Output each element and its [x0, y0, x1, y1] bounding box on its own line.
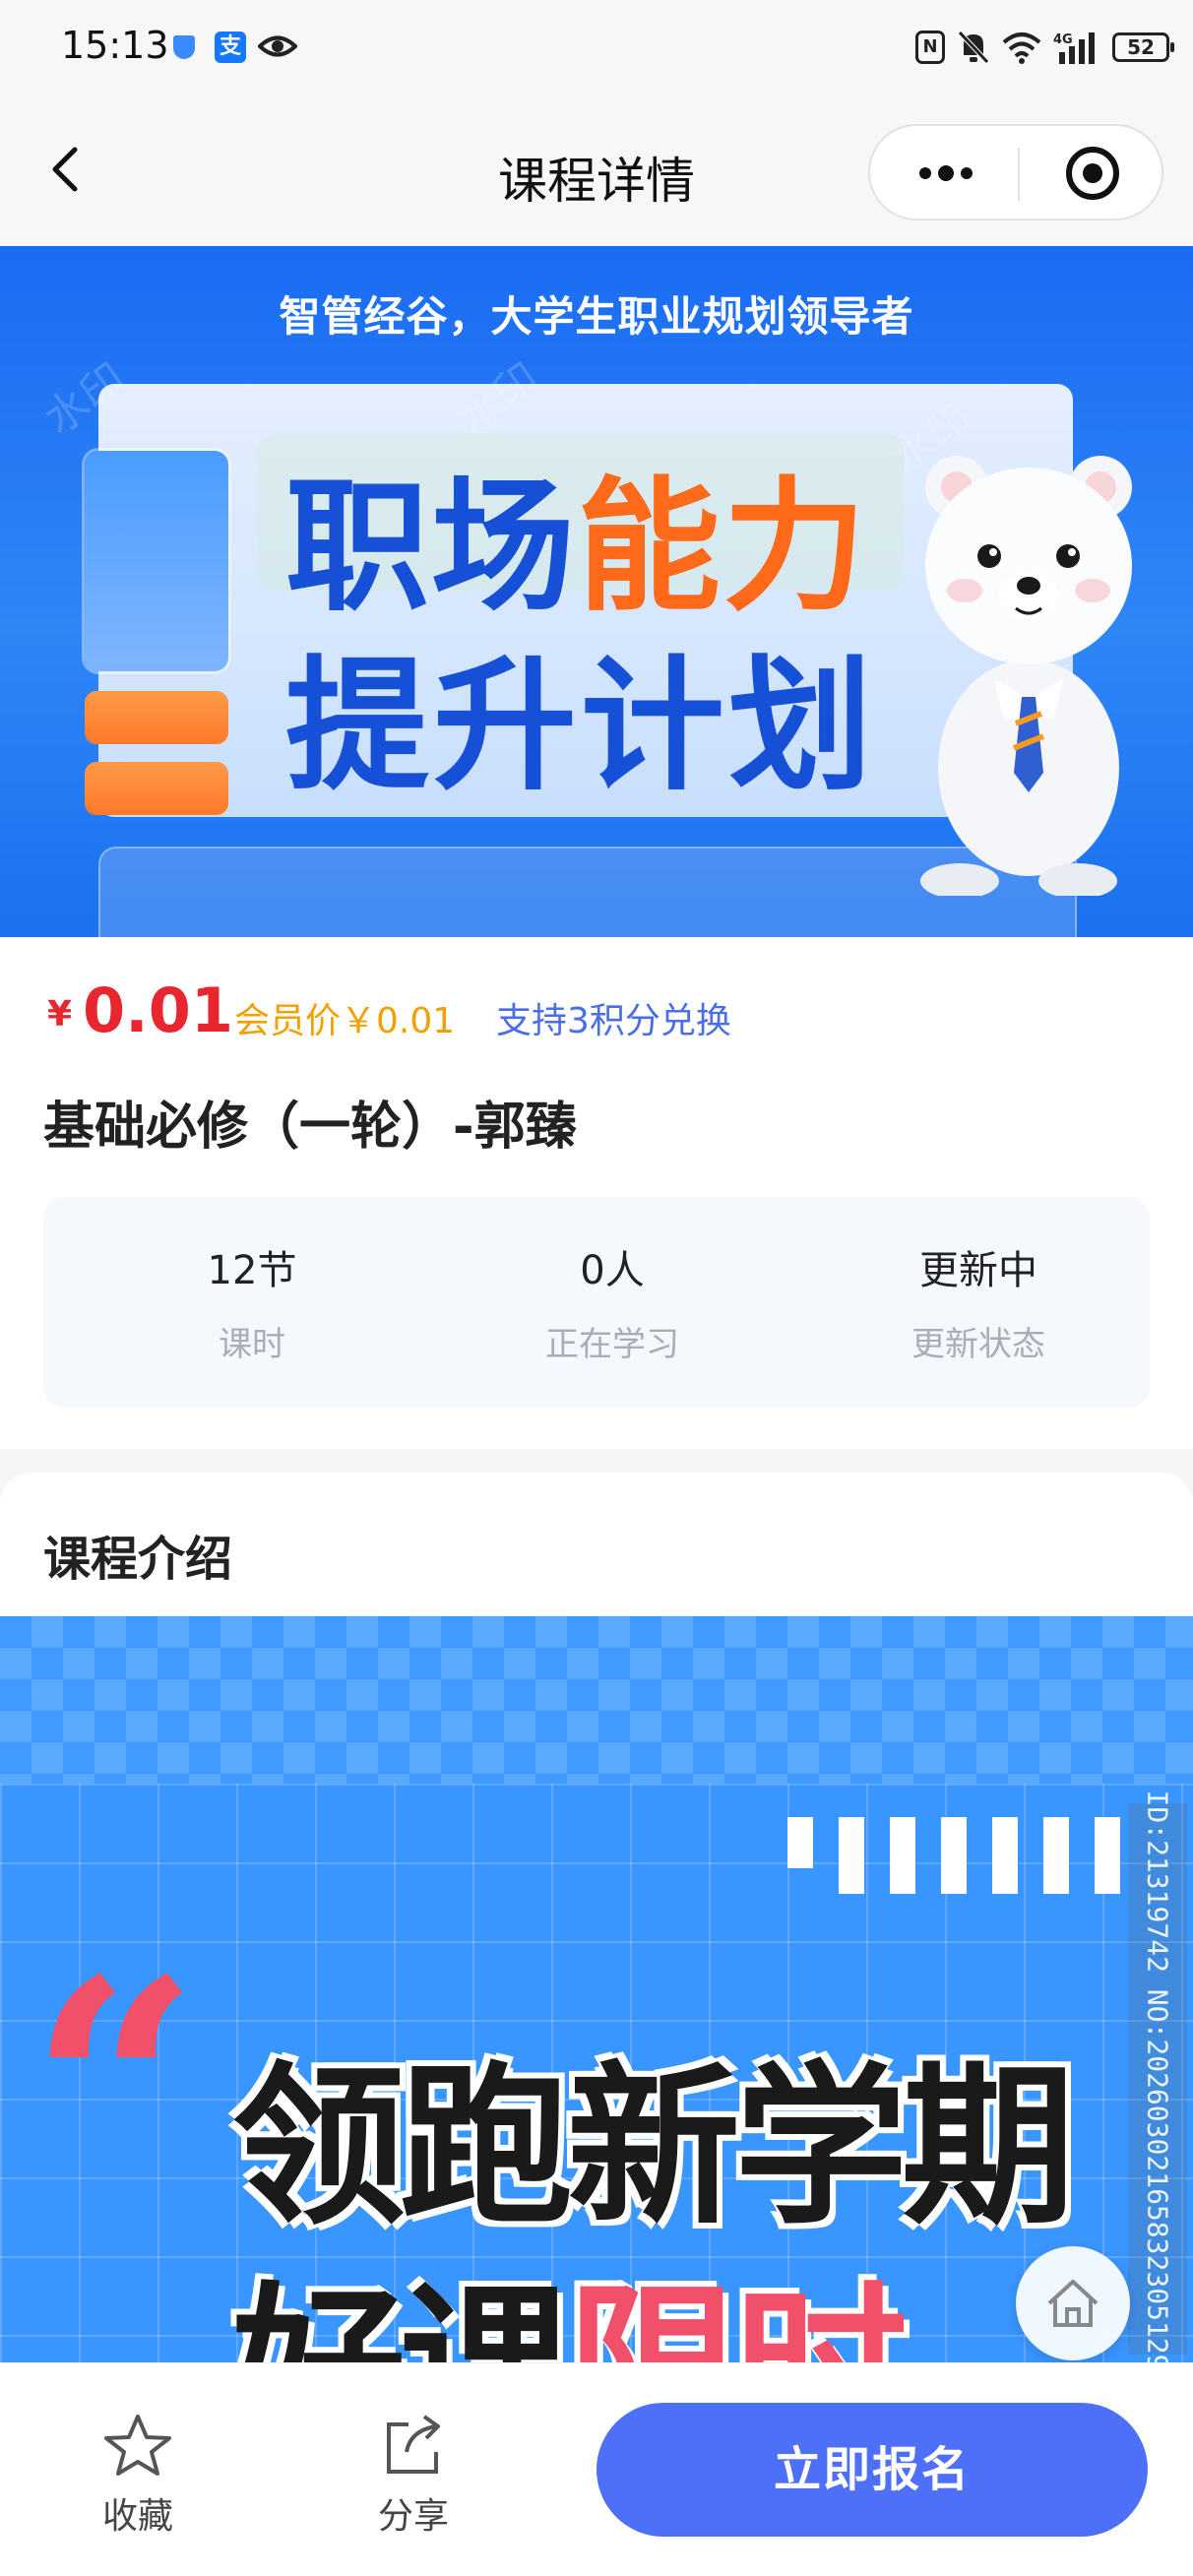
- stat-learners: 0人 正在学习: [465, 1238, 760, 1365]
- wifi-icon: [1002, 32, 1041, 64]
- poster-side-id-strip: ID:21319742 NO:20260302165832305129: [1128, 1791, 1187, 2371]
- network-type-label: 4G: [1053, 32, 1073, 47]
- home-button[interactable]: [1016, 2246, 1130, 2360]
- points-exchange-link[interactable]: 支持3积分兑换: [496, 992, 731, 1043]
- shield-icon: [173, 35, 195, 59]
- bottom-action-bar: 收藏 分享 立即报名: [0, 2362, 1193, 2576]
- banner-tagline: 智管经谷，大学生职业规划领导者: [279, 292, 914, 341]
- stat-lessons: 12节 课时: [104, 1238, 400, 1365]
- course-name: 基础必修（一轮）-郭臻: [43, 1098, 577, 1157]
- headline-part: 职场: [285, 464, 577, 631]
- status-bar: 15:13 支 N 4G 52: [0, 0, 1193, 98]
- battery-icon: 52: [1112, 32, 1174, 62]
- home-icon: [1047, 2280, 1099, 2327]
- stat-value: 0人: [580, 1248, 645, 1293]
- status-icons: N 4G 52: [915, 28, 1174, 67]
- signup-button[interactable]: 立即报名: [596, 2403, 1148, 2537]
- stat-label: 正在学习: [545, 1325, 679, 1364]
- miniprogram-capsule: [868, 124, 1163, 220]
- stat-value: 更新中: [919, 1248, 1037, 1293]
- eye-icon: [258, 35, 297, 57]
- poster-quote-mark: “: [30, 1915, 200, 2262]
- poster-id-text: ID:21319742 NO:20260302165832305129: [1141, 1790, 1174, 2371]
- share-icon: [387, 2415, 440, 2474]
- price-currency: ¥: [47, 994, 73, 1035]
- bear-mascot-illustration: [920, 456, 1132, 896]
- poster-checker-decor: [787, 1817, 1128, 1868]
- status-time: 15:13: [61, 24, 169, 67]
- nfc-icon: N: [915, 31, 945, 64]
- course-stats: 12节 课时 0人 正在学习 更新中 更新状态: [43, 1197, 1150, 1408]
- nav-bar: 课程详情: [0, 98, 1193, 246]
- stat-value: 12节: [207, 1248, 297, 1293]
- signal-icon: 4G: [1053, 32, 1095, 64]
- intro-poster-image: “ 领跑新学期 好课限时 ID:21319742 NO:202603021658…: [0, 1616, 1193, 2378]
- alipay-icon: 支: [215, 31, 246, 63]
- stat-label: 课时: [219, 1325, 285, 1364]
- share-label: 分享: [377, 2496, 449, 2537]
- course-info: ¥ 0.01 会员价￥0.01 支持3积分兑换 基础必修（一轮）-郭臻 12节 …: [0, 937, 1193, 1449]
- stat-update-status: 更新中 更新状态: [831, 1238, 1126, 1365]
- capsule-divider: [1018, 148, 1020, 201]
- section-title: 课程介绍: [43, 1532, 233, 1587]
- member-price: 会员价￥0.01: [234, 1001, 456, 1041]
- favorite-button[interactable]: 收藏: [69, 2413, 207, 2539]
- headline-highlight-text: 能力: [577, 464, 868, 631]
- banner-headline-1: 职场能力: [285, 431, 868, 639]
- star-icon: [104, 2415, 171, 2476]
- course-banner: 水印 水印 水印 智管经谷，大学生职业规划领导者 职场能力 提升计划: [0, 246, 1193, 937]
- poster-headline-1: 领跑新学期: [232, 2046, 1075, 2248]
- favorite-label: 收藏: [101, 2496, 173, 2537]
- stat-label: 更新状态: [911, 1325, 1045, 1364]
- close-miniprogram-icon[interactable]: [1063, 144, 1122, 203]
- poster-headline-2: 好课限时: [232, 2227, 908, 2378]
- decor-bar-orange: [85, 762, 228, 815]
- banner-headline-2: 提升计划: [285, 643, 876, 810]
- course-price: 0.01: [83, 974, 233, 1046]
- decor-bar-blue: [85, 451, 228, 671]
- poster-checker-decor: [813, 1868, 1128, 1894]
- bell-muted-icon: [958, 31, 989, 64]
- decor-bar-orange: [85, 691, 228, 744]
- more-icon[interactable]: [911, 154, 980, 193]
- share-button[interactable]: 分享: [345, 2413, 482, 2539]
